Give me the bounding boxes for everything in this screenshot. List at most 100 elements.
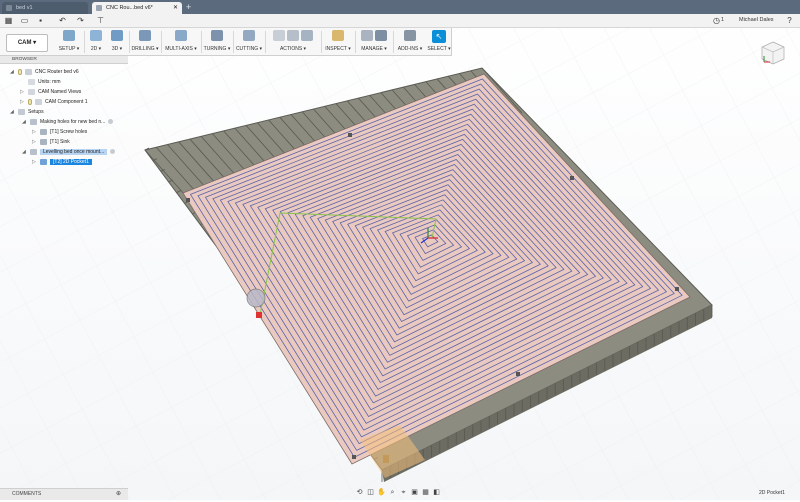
status-badge: [110, 149, 116, 155]
browser-header[interactable]: BROWSER: [0, 56, 128, 64]
document-icon: [25, 68, 32, 75]
orbit-icon[interactable]: ⟲: [355, 488, 364, 497]
tree-item-setups[interactable]: ◢ Setups: [10, 108, 44, 117]
tree-label: Levelling bed once mount...: [40, 149, 108, 155]
group-label: ADD-INS ▾: [397, 46, 423, 52]
tree-item-op-sink[interactable]: ▷ [T1] Sink: [32, 138, 70, 147]
group-label: 3D ▾: [111, 46, 123, 52]
workspace-switcher[interactable]: CAM ▾: [6, 34, 48, 52]
expand-arrow-icon[interactable]: ◢: [10, 108, 14, 117]
expand-arrow-icon[interactable]: ◢: [10, 68, 14, 77]
comments-title: COMMENTS: [12, 491, 42, 497]
toolbar-group-drilling[interactable]: DRILLING ▾: [131, 28, 159, 55]
add-comment-icon[interactable]: ⊕: [116, 489, 121, 500]
toolbar-group-select[interactable]: ↖ SELECT ▾: [427, 28, 451, 55]
tree-item-setup-levelling[interactable]: ◢ Levelling bed once mount...: [22, 148, 116, 157]
expand-arrow-icon[interactable]: ▷: [32, 128, 36, 137]
turning-icon: [211, 30, 223, 41]
tree-label: Making holes for new bed n...: [40, 119, 106, 125]
setup-icon: [30, 118, 37, 125]
measure-icon: [332, 30, 344, 41]
zoom-icon[interactable]: ⌕: [388, 488, 397, 497]
browser-panel: BROWSER ◢ CNC Router bed v6 Units: mm ▷ CA…: [0, 56, 128, 166]
save-icon[interactable]: ▪: [36, 16, 45, 25]
toolbar-group-inspect[interactable]: INSPECT ▾: [323, 28, 353, 55]
template-icon: [375, 30, 387, 41]
tree-item-units[interactable]: Units: mm: [28, 78, 61, 87]
expand-arrow-icon[interactable]: ▷: [20, 98, 24, 107]
operation-icon: [40, 128, 47, 135]
redo-icon[interactable]: ↷: [76, 16, 85, 25]
help-icon[interactable]: ?: [785, 16, 794, 25]
grid-icon[interactable]: ▦: [4, 16, 13, 25]
job-count: 1: [721, 17, 725, 23]
tree-label: Setups: [28, 109, 44, 115]
expand-arrow-icon[interactable]: ◢: [22, 118, 26, 127]
file-icon[interactable]: ▭: [20, 16, 29, 25]
tree-label: [T2] 2D Pocket1: [50, 159, 92, 165]
toolbar-group-add-ins[interactable]: ADD-INS ▾: [395, 28, 425, 55]
pipe-icon[interactable]: ⊤: [96, 16, 105, 25]
tree-item-root[interactable]: ◢ CNC Router bed v6: [10, 68, 79, 77]
tree-item-component[interactable]: ▷ CAM Component 1: [20, 98, 88, 107]
pocket-operation-icon: [40, 158, 47, 165]
setups-folder-icon: [18, 108, 25, 115]
user-name[interactable]: Michael Dales: [739, 17, 774, 23]
component-icon: [35, 98, 42, 105]
tree-item-named-views[interactable]: ▷ CAM Named Views: [20, 88, 82, 97]
display-settings-icon[interactable]: ▣: [410, 488, 419, 497]
toolbar-group-cutting[interactable]: CUTTING ▾: [235, 28, 263, 55]
pan-icon[interactable]: ✋: [377, 488, 386, 497]
look-at-icon[interactable]: ◫: [366, 488, 375, 497]
tree-item-op-2d-pocket[interactable]: ▷ [T2] 2D Pocket1: [32, 158, 92, 167]
group-label: TURNING ▾: [203, 46, 231, 52]
close-icon[interactable]: ✕: [173, 2, 178, 14]
expand-arrow-icon[interactable]: ▷: [32, 138, 36, 147]
viewcube-icon[interactable]: [760, 40, 786, 68]
toolbar-group-3d[interactable]: 3D ▾: [107, 28, 127, 55]
group-label: INSPECT ▾: [325, 46, 351, 52]
status-badge: [108, 119, 114, 125]
setup-sheet-icon: [301, 30, 313, 41]
group-label: SETUP ▾: [58, 46, 80, 52]
undo-icon[interactable]: ↶: [58, 16, 67, 25]
group-label: SELECT ▾: [427, 46, 451, 52]
visibility-bulb-icon[interactable]: [18, 68, 22, 75]
tree-label: Units: mm: [38, 79, 61, 85]
tab-cnc-router-bed[interactable]: CNC Rou...bed v6* ✕: [92, 2, 182, 14]
post-process-icon: [287, 30, 299, 41]
tree-label: CAM Component 1: [45, 99, 88, 105]
tree-label: [T1] Screw holes: [50, 129, 88, 135]
toolbar-group-2d[interactable]: 2D ▾: [86, 28, 106, 55]
navigation-bar: ⟲ ◫ ✋ ⌕ ⌖ ▣ ▦ ◧: [355, 488, 443, 498]
toolbar-group-multi-axis[interactable]: MULTI-AXIS ▾: [163, 28, 199, 55]
3d-clearing-icon: [111, 30, 123, 41]
grid-settings-icon[interactable]: ▦: [421, 488, 430, 497]
group-label: 2D ▾: [90, 46, 102, 52]
tree-item-setup-holes[interactable]: ◢ Making holes for new bed n...: [22, 118, 114, 127]
2d-pocket-icon: [90, 30, 102, 41]
tab-bed-v1[interactable]: bed v1: [2, 2, 88, 14]
cutting-icon: [243, 30, 255, 41]
expand-arrow-icon[interactable]: ▷: [20, 88, 24, 97]
fit-icon[interactable]: ⌖: [399, 488, 408, 497]
toolbar-group-actions[interactable]: ACTIONS ▾: [267, 28, 319, 55]
browser-title: BROWSER: [12, 57, 37, 62]
toolbar-group-turning[interactable]: TURNING ▾: [203, 28, 231, 55]
viewports-icon[interactable]: ◧: [432, 488, 441, 497]
tree-label: CAM Named Views: [38, 89, 82, 95]
toolbar-group-manage[interactable]: MANAGE ▾: [357, 28, 391, 55]
setup-icon: [30, 148, 37, 155]
group-label: MULTI-AXIS ▾: [165, 46, 197, 52]
tree-item-op-screw-holes[interactable]: ▷ [T1] Screw holes: [32, 128, 88, 137]
toolbar-group-setup[interactable]: SETUP ▾: [54, 28, 84, 55]
expand-arrow-icon[interactable]: ◢: [22, 148, 26, 157]
expand-arrow-icon[interactable]: ▷: [32, 158, 36, 167]
simulate-icon: [273, 30, 285, 41]
clock-icon[interactable]: ◷: [712, 16, 721, 25]
new-tab-icon[interactable]: +: [186, 2, 191, 13]
comments-panel[interactable]: COMMENTS ⊕: [0, 488, 128, 500]
quick-access-bar: ▦ ▭ ▪ ↶ ↷ ⊤ ◷ 1 Michael Dales ?: [0, 14, 800, 28]
cursor-icon: ↖: [432, 30, 446, 43]
visibility-bulb-icon[interactable]: [28, 98, 32, 105]
